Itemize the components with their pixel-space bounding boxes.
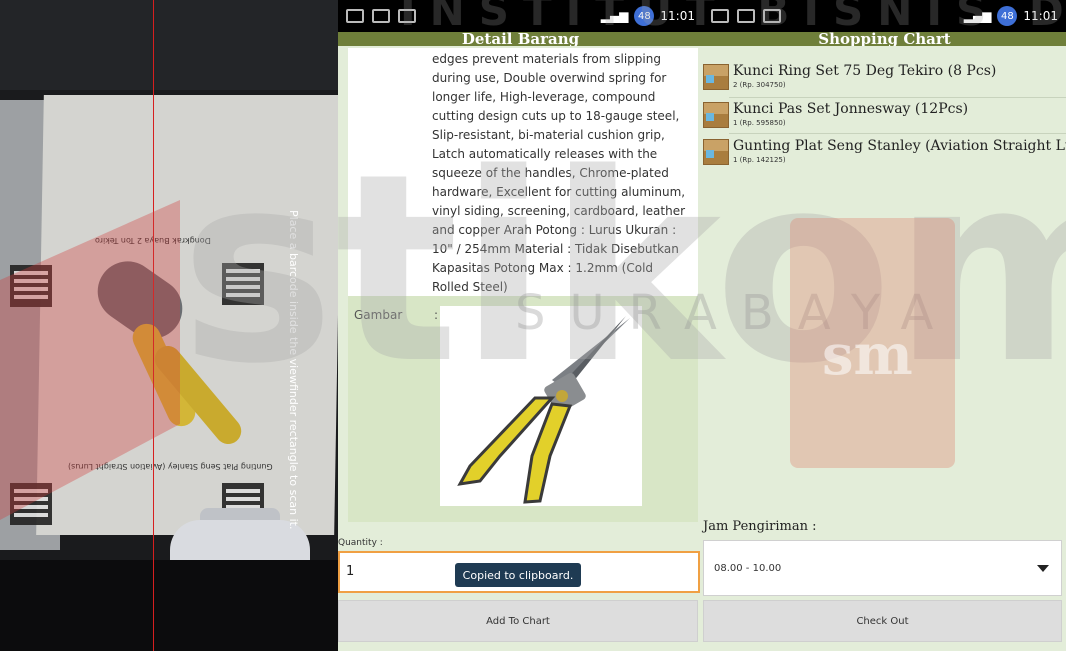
status-bar: ▂▄▆ 48 11:01 [338,0,703,32]
status-right: ▂▄▆ 48 11:01 [964,6,1058,26]
chat-icon [737,9,755,23]
status-bar: ▂▄▆ 48 11:01 [703,0,1066,32]
signal-icon: ▂▄▆ [600,9,629,23]
divider [729,133,1066,134]
signal-icon: ▂▄▆ [963,9,992,23]
barcode-scanner-view: Dongkrak Buaya 2 Ton Tekiro Gunting Plat… [0,0,338,651]
scanner-instruction: Place a barcode inside the viewfinder re… [287,210,300,530]
page-title: Detail Barang [338,32,703,46]
detail-panel: ▂▄▆ 48 11:01 Detail Barang edges prevent… [338,0,703,651]
cart-item-detail: 2 (Rp. 304750) [733,81,786,89]
status-time: 11:01 [660,9,695,23]
dropdown-arrow-icon [1037,565,1049,572]
status-time: 11:01 [1023,9,1058,23]
delivery-time-select[interactable]: 08.00 - 10.00 [703,540,1062,596]
cart-item[interactable]: Kunci Pas Set Jonnesway (12Pcs) 1 (Rp. 5… [703,100,968,132]
app-icon [398,9,416,23]
cart-panel: ▂▄▆ 48 11:01 Shopping Chart Kunci Ring S… [703,0,1066,651]
delivery-time-label: Jam Pengiriman : [703,519,817,534]
notification-badge: 48 [634,6,655,26]
add-to-chart-button[interactable]: Add To Chart [338,600,698,642]
divider [729,97,1066,98]
camera-background-bottom [0,560,338,651]
cart-item-text: Gunting Plat Seng Stanley (Aviation Stra… [733,137,1066,165]
camera-background-top [0,0,338,90]
page-title: Shopping Chart [703,32,1066,46]
status-right: ▂▄▆ 48 11:01 [601,6,695,26]
product-description: edges prevent materials from slipping du… [348,48,698,303]
package-icon [703,64,729,90]
product-image [440,306,642,506]
cart-item-detail: 1 (Rp. 142125) [733,156,786,164]
notification-badge: 48 [997,6,1018,26]
scanner-laser-line [153,0,154,651]
product-image-row: Gambar : [348,296,698,522]
gallery-icon [346,9,364,23]
cart-item-name: Kunci Pas Set Jonnesway (12Pcs) [733,101,969,117]
clipboard-toast: Copied to clipboard. [455,563,581,587]
screenshot-frame: Dongkrak Buaya 2 Ton Tekiro Gunting Plat… [0,0,1066,651]
cart-item-name: Gunting Plat Seng Stanley (Aviation Stra… [733,138,1066,154]
package-icon [703,139,729,165]
shears-icon [457,316,630,504]
image-label: Gambar [354,308,403,322]
qr-code-icon [222,263,264,305]
qr-code-icon [10,483,52,525]
cart-item-detail: 1 (Rp. 595850) [733,119,786,127]
chat-icon [372,9,390,23]
app-icon [763,9,781,23]
check-out-button[interactable]: Check Out [703,600,1062,642]
delivery-time-value: 08.00 - 10.00 [714,562,782,574]
package-icon [703,102,729,128]
quantity-label: Quantity : [338,538,383,548]
cart-item[interactable]: Gunting Plat Seng Stanley (Aviation Stra… [703,137,1066,169]
catalog-label-bottom: Gunting Plat Seng Stanley (Aviation Stra… [68,462,273,471]
image-colon: : [434,308,439,322]
gallery-icon [711,9,729,23]
cart-item[interactable]: Kunci Ring Set 75 Deg Tekiro (8 Pcs) 2 (… [703,62,996,94]
cart-item-text: Kunci Pas Set Jonnesway (12Pcs) 1 (Rp. 5… [733,100,968,128]
cart-item-name: Kunci Ring Set 75 Deg Tekiro (8 Pcs) [733,63,997,79]
cart-item-text: Kunci Ring Set 75 Deg Tekiro (8 Pcs) 2 (… [733,62,996,90]
qr-code-icon [10,265,52,307]
